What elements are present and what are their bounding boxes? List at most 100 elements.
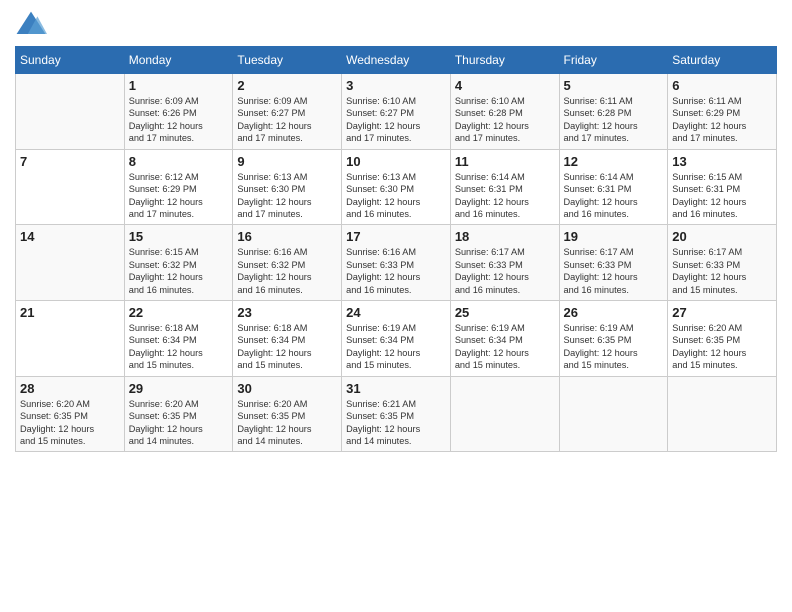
day-info: Sunrise: 6:18 AM Sunset: 6:34 PM Dayligh…: [237, 322, 337, 372]
day-info: Sunrise: 6:11 AM Sunset: 6:28 PM Dayligh…: [564, 95, 664, 145]
day-cell: 24Sunrise: 6:19 AM Sunset: 6:34 PM Dayli…: [342, 301, 451, 377]
day-info: Sunrise: 6:09 AM Sunset: 6:27 PM Dayligh…: [237, 95, 337, 145]
day-cell: 18 Sunrise: 6:17 AM Sunset: 6:33 PM Dayli…: [450, 225, 559, 301]
day-number: 31: [346, 381, 446, 396]
day-cell: [16, 74, 125, 150]
day-number: 15: [129, 229, 229, 244]
day-cell: [559, 376, 668, 452]
day-cell: 1Sunrise: 6:09 AM Sunset: 6:26 PM Daylig…: [124, 74, 233, 150]
day-info: Sunrise: 6:10 AM Sunset: 6:27 PM Dayligh…: [346, 95, 446, 145]
day-info: Sunrise: 6:19 AM Sunset: 6:35 PM Dayligh…: [564, 322, 664, 372]
day-cell: 25 Sunrise: 6:19 AM Sunset: 6:34 PM Dayli…: [450, 301, 559, 377]
logo: [15, 10, 51, 38]
day-number: 14: [20, 229, 120, 244]
day-number: 27: [672, 305, 772, 320]
day-cell: 20Sunrise: 6:17 AM Sunset: 6:33 PM Dayli…: [668, 225, 777, 301]
weekday-header-friday: Friday: [559, 47, 668, 74]
day-number: 8: [129, 154, 229, 169]
header: [15, 10, 777, 38]
day-cell: 13 Sunrise: 6:15 AM Sunset: 6:31 PM Dayli…: [668, 149, 777, 225]
day-number: 4: [455, 78, 555, 93]
day-cell: 9 Sunrise: 6:13 AM Sunset: 6:30 PM Daylig…: [233, 149, 342, 225]
day-cell: 31 Sunrise: 6:21 AM Sunset: 6:35 PM Dayli…: [342, 376, 451, 452]
day-cell: 10 Sunrise: 6:13 AM Sunset: 6:30 PM Dayli…: [342, 149, 451, 225]
calendar-table: SundayMondayTuesdayWednesdayThursdayFrid…: [15, 46, 777, 452]
weekday-header-thursday: Thursday: [450, 47, 559, 74]
day-number: 29: [129, 381, 229, 396]
day-info: Sunrise: 6:16 AM Sunset: 6:32 PM Dayligh…: [237, 246, 337, 296]
day-number: 13: [672, 154, 772, 169]
day-cell: 11 Sunrise: 6:14 AM Sunset: 6:31 PM Dayli…: [450, 149, 559, 225]
day-cell: 27 Sunrise: 6:20 AM Sunset: 6:35 PM Dayli…: [668, 301, 777, 377]
day-cell: 5 Sunrise: 6:11 AM Sunset: 6:28 PM Daylig…: [559, 74, 668, 150]
day-cell: 28 Sunrise: 6:20 AM Sunset: 6:35 PM Dayli…: [16, 376, 125, 452]
day-info: Sunrise: 6:16 AM Sunset: 6:33 PM Dayligh…: [346, 246, 446, 296]
day-number: 9: [237, 154, 337, 169]
day-number: 17: [346, 229, 446, 244]
day-cell: 29 Sunrise: 6:20 AM Sunset: 6:35 PM Dayli…: [124, 376, 233, 452]
day-info: Sunrise: 6:11 AM Sunset: 6:29 PM Dayligh…: [672, 95, 772, 145]
day-cell: [450, 376, 559, 452]
day-cell: 22 Sunrise: 6:18 AM Sunset: 6:34 PM Dayli…: [124, 301, 233, 377]
weekday-header-sunday: Sunday: [16, 47, 125, 74]
day-cell: 14: [16, 225, 125, 301]
day-info: Sunrise: 6:21 AM Sunset: 6:35 PM Dayligh…: [346, 398, 446, 448]
day-number: 3: [346, 78, 446, 93]
day-cell: 2 Sunrise: 6:09 AM Sunset: 6:27 PM Daylig…: [233, 74, 342, 150]
weekday-header-saturday: Saturday: [668, 47, 777, 74]
day-cell: 16 Sunrise: 6:16 AM Sunset: 6:32 PM Dayli…: [233, 225, 342, 301]
day-cell: 12 Sunrise: 6:14 AM Sunset: 6:31 PM Dayli…: [559, 149, 668, 225]
week-row-4: 21 22 Sunrise: 6:18 AM Sunset: 6:34 PM Day…: [16, 301, 777, 377]
day-cell: 19Sunrise: 6:17 AM Sunset: 6:33 PM Dayli…: [559, 225, 668, 301]
day-info: Sunrise: 6:14 AM Sunset: 6:31 PM Dayligh…: [564, 171, 664, 221]
day-number: 2: [237, 78, 337, 93]
logo-icon: [15, 10, 47, 38]
day-number: 11: [455, 154, 555, 169]
day-info: Sunrise: 6:20 AM Sunset: 6:35 PM Dayligh…: [129, 398, 229, 448]
day-cell: 8 Sunrise: 6:12 AM Sunset: 6:29 PM Daylig…: [124, 149, 233, 225]
day-number: 25: [455, 305, 555, 320]
day-number: 10: [346, 154, 446, 169]
day-info: Sunrise: 6:15 AM Sunset: 6:31 PM Dayligh…: [672, 171, 772, 221]
day-cell: 3 Sunrise: 6:10 AM Sunset: 6:27 PM Daylig…: [342, 74, 451, 150]
week-row-5: 28 Sunrise: 6:20 AM Sunset: 6:35 PM Dayli…: [16, 376, 777, 452]
weekday-header-monday: Monday: [124, 47, 233, 74]
weekday-header-row: SundayMondayTuesdayWednesdayThursdayFrid…: [16, 47, 777, 74]
day-info: Sunrise: 6:12 AM Sunset: 6:29 PM Dayligh…: [129, 171, 229, 221]
day-number: 26: [564, 305, 664, 320]
day-info: Sunrise: 6:18 AM Sunset: 6:34 PM Dayligh…: [129, 322, 229, 372]
day-info: Sunrise: 6:20 AM Sunset: 6:35 PM Dayligh…: [237, 398, 337, 448]
day-number: 28: [20, 381, 120, 396]
day-cell: [668, 376, 777, 452]
day-number: 30: [237, 381, 337, 396]
weekday-header-tuesday: Tuesday: [233, 47, 342, 74]
day-number: 21: [20, 305, 120, 320]
day-number: 19: [564, 229, 664, 244]
page-container: SundayMondayTuesdayWednesdayThursdayFrid…: [0, 0, 792, 462]
day-number: 18: [455, 229, 555, 244]
day-number: 6: [672, 78, 772, 93]
day-info: Sunrise: 6:14 AM Sunset: 6:31 PM Dayligh…: [455, 171, 555, 221]
day-number: 12: [564, 154, 664, 169]
day-info: Sunrise: 6:17 AM Sunset: 6:33 PM Dayligh…: [672, 246, 772, 296]
week-row-3: 14 15Sunrise: 6:15 AM Sunset: 6:32 PM Day…: [16, 225, 777, 301]
day-number: 5: [564, 78, 664, 93]
day-info: Sunrise: 6:20 AM Sunset: 6:35 PM Dayligh…: [672, 322, 772, 372]
day-cell: 17 Sunrise: 6:16 AM Sunset: 6:33 PM Dayli…: [342, 225, 451, 301]
day-info: Sunrise: 6:19 AM Sunset: 6:34 PM Dayligh…: [346, 322, 446, 372]
day-cell: 4Sunrise: 6:10 AM Sunset: 6:28 PM Daylig…: [450, 74, 559, 150]
day-info: Sunrise: 6:20 AM Sunset: 6:35 PM Dayligh…: [20, 398, 120, 448]
day-number: 23: [237, 305, 337, 320]
day-number: 1: [129, 78, 229, 93]
day-cell: 21: [16, 301, 125, 377]
day-cell: 15Sunrise: 6:15 AM Sunset: 6:32 PM Dayli…: [124, 225, 233, 301]
day-info: Sunrise: 6:17 AM Sunset: 6:33 PM Dayligh…: [455, 246, 555, 296]
day-number: 16: [237, 229, 337, 244]
day-cell: 6 Sunrise: 6:11 AM Sunset: 6:29 PM Daylig…: [668, 74, 777, 150]
day-info: Sunrise: 6:19 AM Sunset: 6:34 PM Dayligh…: [455, 322, 555, 372]
day-number: 22: [129, 305, 229, 320]
week-row-1: 1Sunrise: 6:09 AM Sunset: 6:26 PM Daylig…: [16, 74, 777, 150]
day-info: Sunrise: 6:13 AM Sunset: 6:30 PM Dayligh…: [237, 171, 337, 221]
day-number: 7: [20, 154, 120, 169]
day-info: Sunrise: 6:13 AM Sunset: 6:30 PM Dayligh…: [346, 171, 446, 221]
